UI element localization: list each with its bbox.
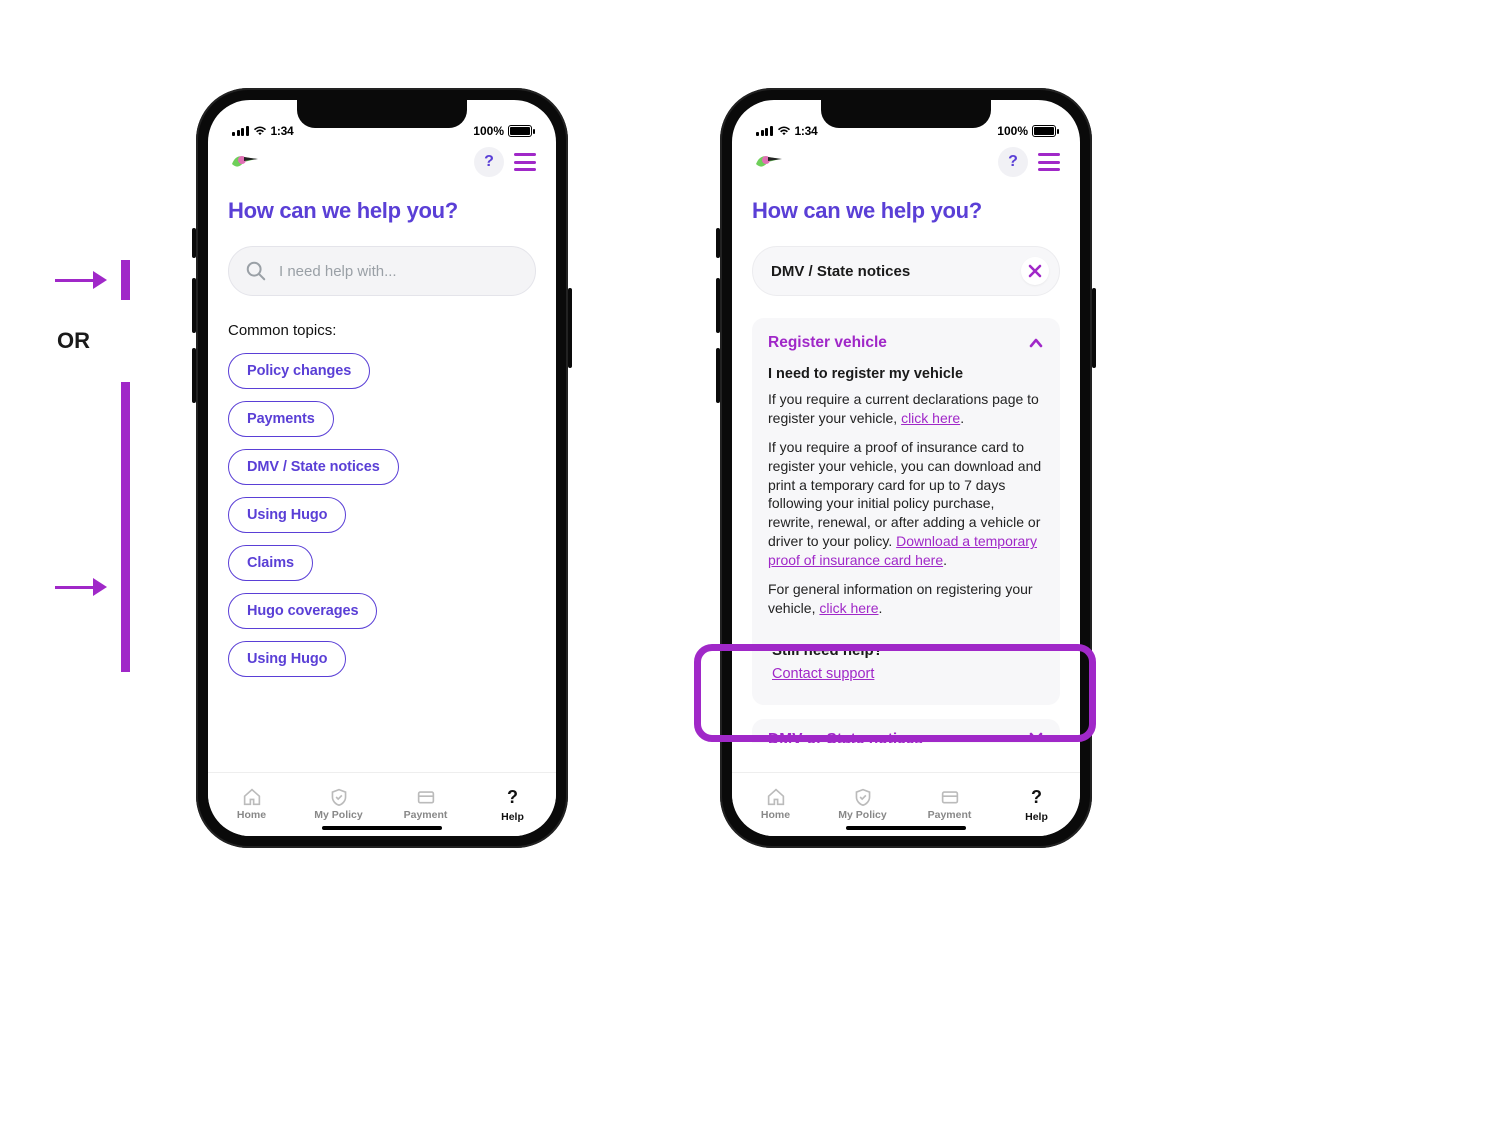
wifi-icon bbox=[253, 126, 267, 136]
card-icon bbox=[940, 788, 960, 806]
nav-home[interactable]: Home bbox=[208, 773, 295, 836]
arrow-icon bbox=[55, 270, 105, 290]
topic-chip[interactable]: DMV / State notices bbox=[228, 449, 399, 485]
status-time: 1:34 bbox=[795, 124, 818, 138]
hamburger-menu-icon[interactable] bbox=[514, 153, 536, 171]
annotation-column: OR bbox=[55, 260, 155, 672]
nav-label: Help bbox=[501, 811, 524, 823]
wifi-icon bbox=[777, 126, 791, 136]
clear-search-button[interactable] bbox=[1021, 257, 1049, 285]
page-title: How can we help you? bbox=[228, 198, 536, 224]
question-icon: ? bbox=[507, 787, 518, 808]
chevron-up-icon bbox=[1028, 335, 1044, 351]
close-icon bbox=[1028, 264, 1042, 278]
faq-card-title: Register vehicle bbox=[768, 334, 887, 352]
question-icon: ? bbox=[1031, 787, 1042, 808]
faq-card-title: DMV or State notices bbox=[768, 731, 923, 743]
chevron-down-icon bbox=[1028, 729, 1044, 743]
nav-label: Home bbox=[761, 809, 790, 821]
hamburger-menu-icon[interactable] bbox=[1038, 153, 1060, 171]
search-placeholder: I need help with... bbox=[279, 263, 397, 280]
topic-chip[interactable]: Policy changes bbox=[228, 353, 370, 389]
card-icon bbox=[416, 788, 436, 806]
annotation-arrow-2 bbox=[55, 382, 130, 672]
contact-support-link[interactable]: Contact support bbox=[772, 666, 874, 682]
status-time: 1:34 bbox=[271, 124, 294, 138]
faq-card-collapsed-peek[interactable]: DMV or State notices bbox=[752, 719, 1060, 743]
shield-icon bbox=[853, 788, 873, 806]
faq-link[interactable]: click here bbox=[901, 410, 960, 426]
faq-card-expanded: Register vehicle I need to register my v… bbox=[752, 318, 1060, 705]
search-icon bbox=[245, 260, 267, 282]
nav-label: My Policy bbox=[838, 809, 886, 821]
topic-chip-list: Policy changes Payments DMV / State noti… bbox=[228, 353, 536, 677]
screen-left: 1:34 100% ? How can we help you? I ne bbox=[208, 100, 556, 836]
content-right: How can we help you? DMV / State notices… bbox=[732, 184, 1080, 772]
common-topics-label: Common topics: bbox=[228, 322, 536, 339]
home-icon bbox=[242, 788, 262, 806]
topic-chip[interactable]: Hugo coverages bbox=[228, 593, 377, 629]
notch bbox=[297, 100, 467, 128]
screen-right: 1:34 100% ? How can we help you? DMV / S… bbox=[732, 100, 1080, 836]
phone-mockup-left: 1:34 100% ? How can we help you? I ne bbox=[196, 88, 568, 848]
arrow-icon bbox=[55, 577, 105, 597]
nav-label: Payment bbox=[404, 809, 448, 821]
nav-label: Home bbox=[237, 809, 266, 821]
header-help-button[interactable]: ? bbox=[474, 147, 504, 177]
nav-help[interactable]: ? Help bbox=[469, 773, 556, 836]
status-battery-text: 100% bbox=[997, 124, 1028, 138]
topic-chip[interactable]: Claims bbox=[228, 545, 313, 581]
signal-icon bbox=[756, 126, 773, 136]
home-indicator bbox=[846, 826, 966, 830]
search-input-filled[interactable]: DMV / State notices bbox=[752, 246, 1060, 296]
search-input[interactable]: I need help with... bbox=[228, 246, 536, 296]
search-value: DMV / State notices bbox=[771, 263, 910, 280]
header-help-button[interactable]: ? bbox=[998, 147, 1028, 177]
faq-card-header[interactable]: Register vehicle bbox=[768, 334, 1044, 352]
nav-help[interactable]: ? Help bbox=[993, 773, 1080, 836]
home-icon bbox=[766, 788, 786, 806]
faq-paragraph: If you require a current declarations pa… bbox=[768, 390, 1044, 428]
nav-label: Help bbox=[1025, 811, 1048, 823]
content-left: How can we help you? I need help with...… bbox=[208, 184, 556, 772]
app-logo-icon bbox=[228, 150, 258, 174]
app-header: ? bbox=[208, 140, 556, 184]
topic-chip[interactable]: Payments bbox=[228, 401, 334, 437]
faq-paragraph: If you require a proof of insurance card… bbox=[768, 438, 1044, 570]
vertical-bar-long bbox=[121, 382, 130, 672]
still-need-help: Still need help? Contact support bbox=[768, 628, 1044, 687]
nav-home[interactable]: Home bbox=[732, 773, 819, 836]
vertical-bar-short bbox=[121, 260, 130, 300]
status-battery-text: 100% bbox=[473, 124, 504, 138]
nav-label: My Policy bbox=[314, 809, 362, 821]
notch bbox=[821, 100, 991, 128]
shield-icon bbox=[329, 788, 349, 806]
faq-link[interactable]: click here bbox=[819, 600, 878, 616]
battery-icon bbox=[508, 125, 532, 137]
app-logo-icon bbox=[752, 150, 782, 174]
faq-paragraph: For general information on registering y… bbox=[768, 580, 1044, 618]
home-indicator bbox=[322, 826, 442, 830]
still-help-title: Still need help? bbox=[772, 642, 1040, 659]
signal-icon bbox=[232, 126, 249, 136]
phone-mockup-right: 1:34 100% ? How can we help you? DMV / S… bbox=[720, 88, 1092, 848]
annotation-arrow-1 bbox=[55, 260, 130, 300]
nav-label: Payment bbox=[928, 809, 972, 821]
battery-icon bbox=[1032, 125, 1056, 137]
faq-subheading: I need to register my vehicle bbox=[768, 366, 1044, 382]
topic-chip[interactable]: Using Hugo bbox=[228, 497, 346, 533]
app-header: ? bbox=[732, 140, 1080, 184]
topic-chip[interactable]: Using Hugo bbox=[228, 641, 346, 677]
page-title: How can we help you? bbox=[752, 198, 1060, 224]
annotation-or-label: OR bbox=[57, 328, 90, 354]
